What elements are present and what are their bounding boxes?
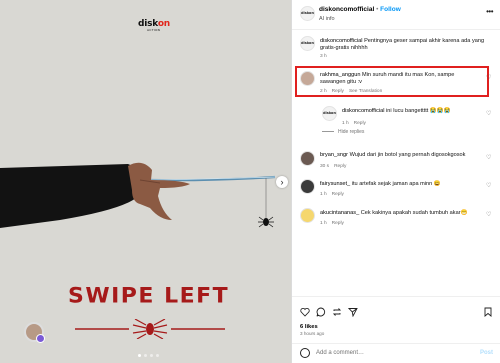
carousel-dots <box>138 354 159 357</box>
spider-emblem-icon <box>75 319 225 339</box>
reply-button[interactable]: Reply <box>332 89 344 94</box>
like-comment-icon[interactable]: ♡ <box>486 183 492 189</box>
follow-button[interactable]: Follow <box>380 6 401 13</box>
like-comment-icon[interactable]: ♡ <box>486 111 492 117</box>
commenter-username[interactable]: fairysunset_ <box>320 181 350 187</box>
post-time: 3 hours ago <box>300 331 325 336</box>
post-comment-button[interactable]: Post <box>480 350 493 356</box>
post-media[interactable]: diskon ACTION SWIPE LEFT › <box>0 0 291 363</box>
save-bookmark-icon[interactable] <box>483 307 493 317</box>
commenter-username[interactable]: akucintananas_ <box>320 210 359 216</box>
reply-button[interactable]: Reply <box>354 121 366 126</box>
author-avatar[interactable]: diskon <box>300 6 315 21</box>
like-comment-icon[interactable]: ♡ <box>486 75 492 81</box>
hand-with-web-illustration <box>0 162 276 228</box>
commenter-avatar[interactable]: diskon <box>322 106 337 121</box>
reply-button[interactable]: Reply <box>332 192 344 197</box>
commenter-avatar[interactable] <box>300 71 315 86</box>
like-comment-icon[interactable]: ♡ <box>486 155 492 161</box>
post-header: diskon diskoncomofficial • Follow AI inf… <box>292 0 500 30</box>
see-translation-link[interactable]: See Translation <box>349 89 382 94</box>
next-slide-button[interactable]: › <box>276 176 288 188</box>
post-actions <box>292 296 500 336</box>
commenter-username[interactable]: diskoncomofficial <box>342 108 385 114</box>
hide-replies-button[interactable]: Hide replies <box>322 129 364 135</box>
emoji-icon[interactable] <box>300 348 310 358</box>
reply-button[interactable]: Reply <box>334 164 346 169</box>
commenter-username[interactable]: bryan_sngr <box>320 152 348 158</box>
comment-bubble-icon[interactable] <box>316 307 326 317</box>
more-options-icon[interactable]: ••• <box>486 7 493 16</box>
author-username[interactable]: diskoncomofficial <box>319 6 374 13</box>
reply-button[interactable]: Reply <box>332 221 344 226</box>
add-comment-bar: Add a comment… Post <box>292 343 500 363</box>
add-comment-input[interactable]: Add a comment… <box>316 350 364 356</box>
commenter-avatar[interactable]: diskon <box>300 36 315 51</box>
post-side-panel: diskon diskoncomofficial • Follow AI inf… <box>291 0 500 363</box>
like-comment-icon[interactable]: ♡ <box>486 212 492 218</box>
like-heart-icon[interactable] <box>300 307 310 317</box>
share-send-icon[interactable] <box>348 307 358 317</box>
commenter-username[interactable]: rakhma_anggun <box>320 72 360 78</box>
brand-logo: diskon ACTION <box>138 19 171 32</box>
commenter-avatar[interactable] <box>300 208 315 223</box>
likes-count[interactable]: 6 likes <box>300 324 318 330</box>
commenter-avatar[interactable] <box>300 179 315 194</box>
swipe-left-headline: SWIPE LEFT <box>68 284 230 309</box>
tag-badge-icon <box>36 334 45 343</box>
ai-info-label[interactable]: AI info <box>319 16 335 22</box>
commenter-username[interactable]: diskoncomofficial <box>320 38 363 44</box>
commenter-avatar[interactable] <box>300 151 315 166</box>
repost-icon[interactable] <box>332 307 342 317</box>
